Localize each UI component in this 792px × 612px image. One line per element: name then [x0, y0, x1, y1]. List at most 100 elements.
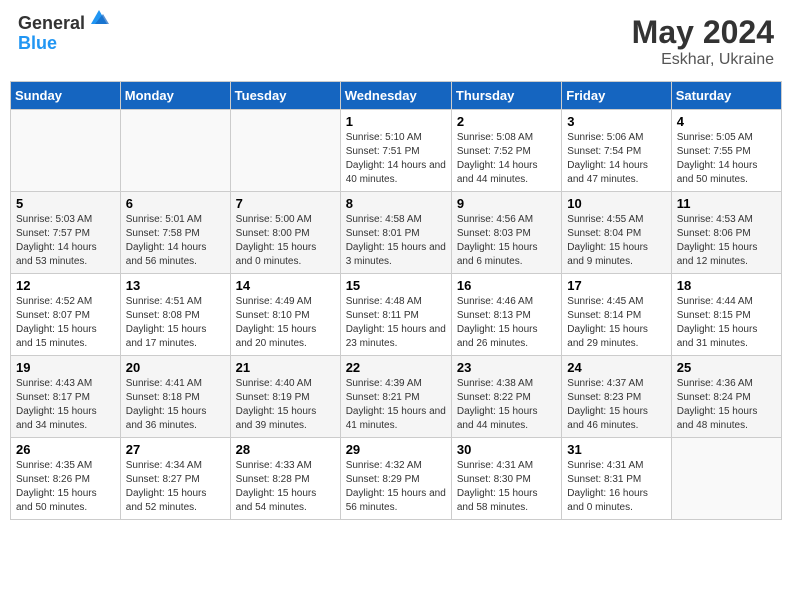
- day-number: 21: [236, 360, 335, 375]
- day-number: 20: [126, 360, 225, 375]
- day-number: 22: [346, 360, 446, 375]
- calendar-cell: 8 Sunrise: 4:58 AMSunset: 8:01 PMDaylight…: [340, 192, 451, 274]
- calendar-cell: 24Sunrise: 4:37 AMSunset: 8:23 PMDayligh…: [562, 356, 671, 438]
- day-number: 12: [16, 278, 115, 293]
- day-detail: Sunrise: 4:38 AMSunset: 8:22 PMDaylight:…: [457, 377, 556, 433]
- day-number: 5: [16, 196, 115, 211]
- week-row-4: 19Sunrise: 4:43 AMSunset: 8:17 PMDayligh…: [11, 356, 782, 438]
- calendar-cell: 16Sunrise: 4:46 AMSunset: 8:13 PMDayligh…: [451, 274, 561, 356]
- day-detail: Sunrise: 5:01 AMSunset: 7:58 PMDaylight:…: [126, 213, 225, 269]
- day-number: 8: [346, 196, 446, 211]
- day-detail: Sunrise: 4:31 AMSunset: 8:30 PMDaylight:…: [457, 459, 556, 515]
- day-detail: Sunrise: 4:45 AMSunset: 8:14 PMDaylight:…: [567, 295, 665, 351]
- week-row-2: 5 Sunrise: 5:03 AMSunset: 7:57 PMDaylight…: [11, 192, 782, 274]
- calendar-cell: 10 Sunrise: 4:55 AMSunset: 8:04 PMDayligh…: [562, 192, 671, 274]
- day-detail: Sunrise: 4:48 AMSunset: 8:11 PMDaylight:…: [346, 295, 446, 351]
- calendar-cell: 6 Sunrise: 5:01 AMSunset: 7:58 PMDaylight…: [120, 192, 230, 274]
- calendar-cell: 17 Sunrise: 4:45 AMSunset: 8:14 PMDayligh…: [562, 274, 671, 356]
- logo-general: General: [18, 14, 85, 34]
- day-number: 29: [346, 442, 446, 457]
- day-detail: Sunrise: 5:03 AMSunset: 7:57 PMDaylight:…: [16, 213, 115, 269]
- day-detail: Sunrise: 4:32 AMSunset: 8:29 PMDaylight:…: [346, 459, 446, 515]
- day-number: 15: [346, 278, 446, 293]
- day-detail: Sunrise: 5:08 AMSunset: 7:52 PMDaylight:…: [457, 131, 556, 187]
- calendar-cell: [671, 438, 781, 520]
- day-number: 4: [677, 114, 776, 129]
- day-number: 23: [457, 360, 556, 375]
- day-number: 30: [457, 442, 556, 457]
- day-number: 31: [567, 442, 665, 457]
- day-number: 17: [567, 278, 665, 293]
- calendar-cell: [120, 110, 230, 192]
- calendar-cell: 30 Sunrise: 4:31 AMSunset: 8:30 PMDayligh…: [451, 438, 561, 520]
- day-detail: Sunrise: 4:40 AMSunset: 8:19 PMDaylight:…: [236, 377, 335, 433]
- day-detail: Sunrise: 5:00 AMSunset: 8:00 PMDaylight:…: [236, 213, 335, 269]
- calendar-cell: 18 Sunrise: 4:44 AMSunset: 8:15 PMDayligh…: [671, 274, 781, 356]
- day-number: 24: [567, 360, 665, 375]
- col-header-wednesday: Wednesday: [340, 82, 451, 110]
- calendar-cell: [230, 110, 340, 192]
- day-detail: Sunrise: 4:39 AMSunset: 8:21 PMDaylight:…: [346, 377, 446, 433]
- day-number: 26: [16, 442, 115, 457]
- calendar-cell: 27Sunrise: 4:34 AMSunset: 8:27 PMDayligh…: [120, 438, 230, 520]
- col-header-thursday: Thursday: [451, 82, 561, 110]
- calendar-cell: 2 Sunrise: 5:08 AMSunset: 7:52 PMDaylight…: [451, 110, 561, 192]
- day-number: 6: [126, 196, 225, 211]
- logo-icon: [87, 6, 111, 30]
- logo: General Blue: [18, 14, 111, 54]
- day-number: 14: [236, 278, 335, 293]
- day-detail: Sunrise: 4:31 AMSunset: 8:31 PMDaylight:…: [567, 459, 665, 515]
- week-row-1: 1Sunrise: 5:10 AMSunset: 7:51 PMDaylight…: [11, 110, 782, 192]
- day-detail: Sunrise: 4:41 AMSunset: 8:18 PMDaylight:…: [126, 377, 225, 433]
- calendar-cell: 7Sunrise: 5:00 AMSunset: 8:00 PMDaylight…: [230, 192, 340, 274]
- calendar-cell: 19Sunrise: 4:43 AMSunset: 8:17 PMDayligh…: [11, 356, 121, 438]
- day-detail: Sunrise: 4:49 AMSunset: 8:10 PMDaylight:…: [236, 295, 335, 351]
- calendar-cell: 15 Sunrise: 4:48 AMSunset: 8:11 PMDayligh…: [340, 274, 451, 356]
- calendar-cell: 5 Sunrise: 5:03 AMSunset: 7:57 PMDaylight…: [11, 192, 121, 274]
- calendar-cell: 11Sunrise: 4:53 AMSunset: 8:06 PMDayligh…: [671, 192, 781, 274]
- day-detail: Sunrise: 4:33 AMSunset: 8:28 PMDaylight:…: [236, 459, 335, 515]
- day-detail: Sunrise: 5:06 AMSunset: 7:54 PMDaylight:…: [567, 131, 665, 187]
- day-detail: Sunrise: 4:34 AMSunset: 8:27 PMDaylight:…: [126, 459, 225, 515]
- col-header-sunday: Sunday: [11, 82, 121, 110]
- title-block: May 2024 Eskhar, Ukraine: [632, 14, 774, 69]
- month-year: May 2024: [632, 14, 774, 51]
- day-detail: Sunrise: 4:52 AMSunset: 8:07 PMDaylight:…: [16, 295, 115, 351]
- logo-blue: Blue: [18, 34, 85, 54]
- page-header: General Blue May 2024 Eskhar, Ukraine: [10, 10, 782, 73]
- day-number: 9: [457, 196, 556, 211]
- col-header-friday: Friday: [562, 82, 671, 110]
- day-detail: Sunrise: 4:58 AMSunset: 8:01 PMDaylight:…: [346, 213, 446, 269]
- calendar-cell: 29 Sunrise: 4:32 AMSunset: 8:29 PMDayligh…: [340, 438, 451, 520]
- calendar-cell: 22 Sunrise: 4:39 AMSunset: 8:21 PMDayligh…: [340, 356, 451, 438]
- day-detail: Sunrise: 4:43 AMSunset: 8:17 PMDaylight:…: [16, 377, 115, 433]
- calendar-cell: 31 Sunrise: 4:31 AMSunset: 8:31 PMDayligh…: [562, 438, 671, 520]
- day-detail: Sunrise: 4:46 AMSunset: 8:13 PMDaylight:…: [457, 295, 556, 351]
- day-number: 28: [236, 442, 335, 457]
- day-detail: Sunrise: 4:36 AMSunset: 8:24 PMDaylight:…: [677, 377, 776, 433]
- week-row-5: 26 Sunrise: 4:35 AMSunset: 8:26 PMDayligh…: [11, 438, 782, 520]
- calendar-cell: 4 Sunrise: 5:05 AMSunset: 7:55 PMDaylight…: [671, 110, 781, 192]
- day-number: 10: [567, 196, 665, 211]
- calendar-cell: 3Sunrise: 5:06 AMSunset: 7:54 PMDaylight…: [562, 110, 671, 192]
- day-detail: Sunrise: 4:55 AMSunset: 8:04 PMDaylight:…: [567, 213, 665, 269]
- col-header-saturday: Saturday: [671, 82, 781, 110]
- week-row-3: 12 Sunrise: 4:52 AMSunset: 8:07 PMDayligh…: [11, 274, 782, 356]
- calendar-cell: 28 Sunrise: 4:33 AMSunset: 8:28 PMDayligh…: [230, 438, 340, 520]
- day-detail: Sunrise: 4:44 AMSunset: 8:15 PMDaylight:…: [677, 295, 776, 351]
- day-detail: Sunrise: 5:10 AMSunset: 7:51 PMDaylight:…: [346, 131, 446, 187]
- calendar-cell: 14 Sunrise: 4:49 AMSunset: 8:10 PMDayligh…: [230, 274, 340, 356]
- day-detail: Sunrise: 4:53 AMSunset: 8:06 PMDaylight:…: [677, 213, 776, 269]
- day-detail: Sunrise: 4:51 AMSunset: 8:08 PMDaylight:…: [126, 295, 225, 351]
- day-number: 13: [126, 278, 225, 293]
- day-detail: Sunrise: 4:56 AMSunset: 8:03 PMDaylight:…: [457, 213, 556, 269]
- calendar-cell: 23 Sunrise: 4:38 AMSunset: 8:22 PMDayligh…: [451, 356, 561, 438]
- day-number: 2: [457, 114, 556, 129]
- day-detail: Sunrise: 5:05 AMSunset: 7:55 PMDaylight:…: [677, 131, 776, 187]
- calendar-cell: 25 Sunrise: 4:36 AMSunset: 8:24 PMDayligh…: [671, 356, 781, 438]
- day-number: 18: [677, 278, 776, 293]
- calendar-cell: 26 Sunrise: 4:35 AMSunset: 8:26 PMDayligh…: [11, 438, 121, 520]
- calendar-cell: 21 Sunrise: 4:40 AMSunset: 8:19 PMDayligh…: [230, 356, 340, 438]
- day-number: 25: [677, 360, 776, 375]
- day-detail: Sunrise: 4:35 AMSunset: 8:26 PMDaylight:…: [16, 459, 115, 515]
